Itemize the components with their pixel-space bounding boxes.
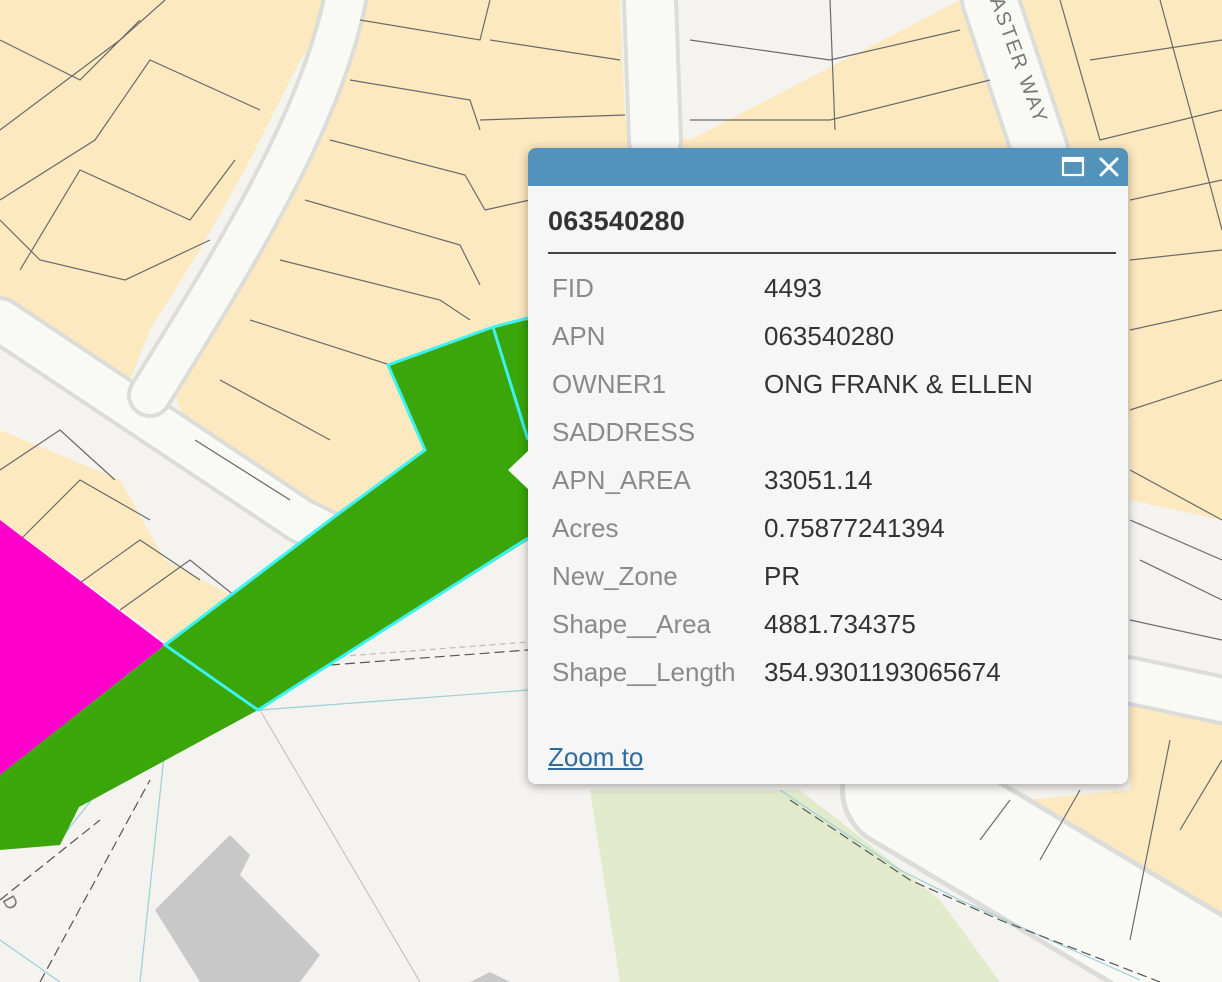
attribute-row: SADDRESS xyxy=(548,408,1033,456)
attribute-row: New_Zone PR xyxy=(548,552,1033,600)
attribute-key: New_Zone xyxy=(552,560,678,591)
attribute-row: APN_AREA 33051.14 xyxy=(548,456,1033,504)
attribute-value: 0.75877241394 xyxy=(764,512,945,543)
attribute-value: PR xyxy=(764,560,801,591)
attribute-row: Shape__Area 4881.734375 xyxy=(548,600,1033,648)
attribute-key: Shape__Length xyxy=(552,656,736,687)
attribute-key: Shape__Area xyxy=(552,608,712,639)
attribute-value: 4493 xyxy=(764,272,822,303)
popup-pointer xyxy=(508,450,529,490)
attribute-row: OWNER1 ONG FRANK & ELLEN xyxy=(548,360,1033,408)
attribute-key: OWNER1 xyxy=(552,368,667,399)
maximize-icon[interactable] xyxy=(1060,154,1086,180)
attribute-key: SADDRESS xyxy=(552,416,696,447)
attribute-row: Acres 0.75877241394 xyxy=(548,504,1033,552)
feature-popup: 063540280 FID 4493 APN 063540280 OWNER1 … xyxy=(508,148,1128,784)
attribute-key: APN_AREA xyxy=(552,464,691,495)
attribute-row: FID 4493 xyxy=(548,264,1033,312)
close-icon[interactable] xyxy=(1096,154,1122,180)
attribute-key: FID xyxy=(552,272,594,303)
attribute-row: Shape__Length 354.9301193065674 xyxy=(548,648,1033,696)
attribute-value: ONG FRANK & ELLEN xyxy=(764,368,1033,399)
title-divider xyxy=(548,252,1116,254)
attribute-table: FID 4493 APN 063540280 OWNER1 ONG FRANK … xyxy=(548,264,1033,696)
popup-title: 063540280 xyxy=(548,206,685,236)
zoom-to-link[interactable]: Zoom to xyxy=(548,742,643,773)
attribute-value: 063540280 xyxy=(764,320,895,351)
attribute-value: 33051.14 xyxy=(764,464,873,495)
popup-header xyxy=(528,148,1128,186)
attribute-value xyxy=(760,408,1033,456)
attribute-value: 354.9301193065674 xyxy=(764,656,1001,687)
attribute-value: 4881.734375 xyxy=(764,608,916,639)
attribute-row: APN 063540280 xyxy=(548,312,1033,360)
attribute-key: APN xyxy=(552,320,606,351)
attribute-key: Acres xyxy=(552,512,619,543)
